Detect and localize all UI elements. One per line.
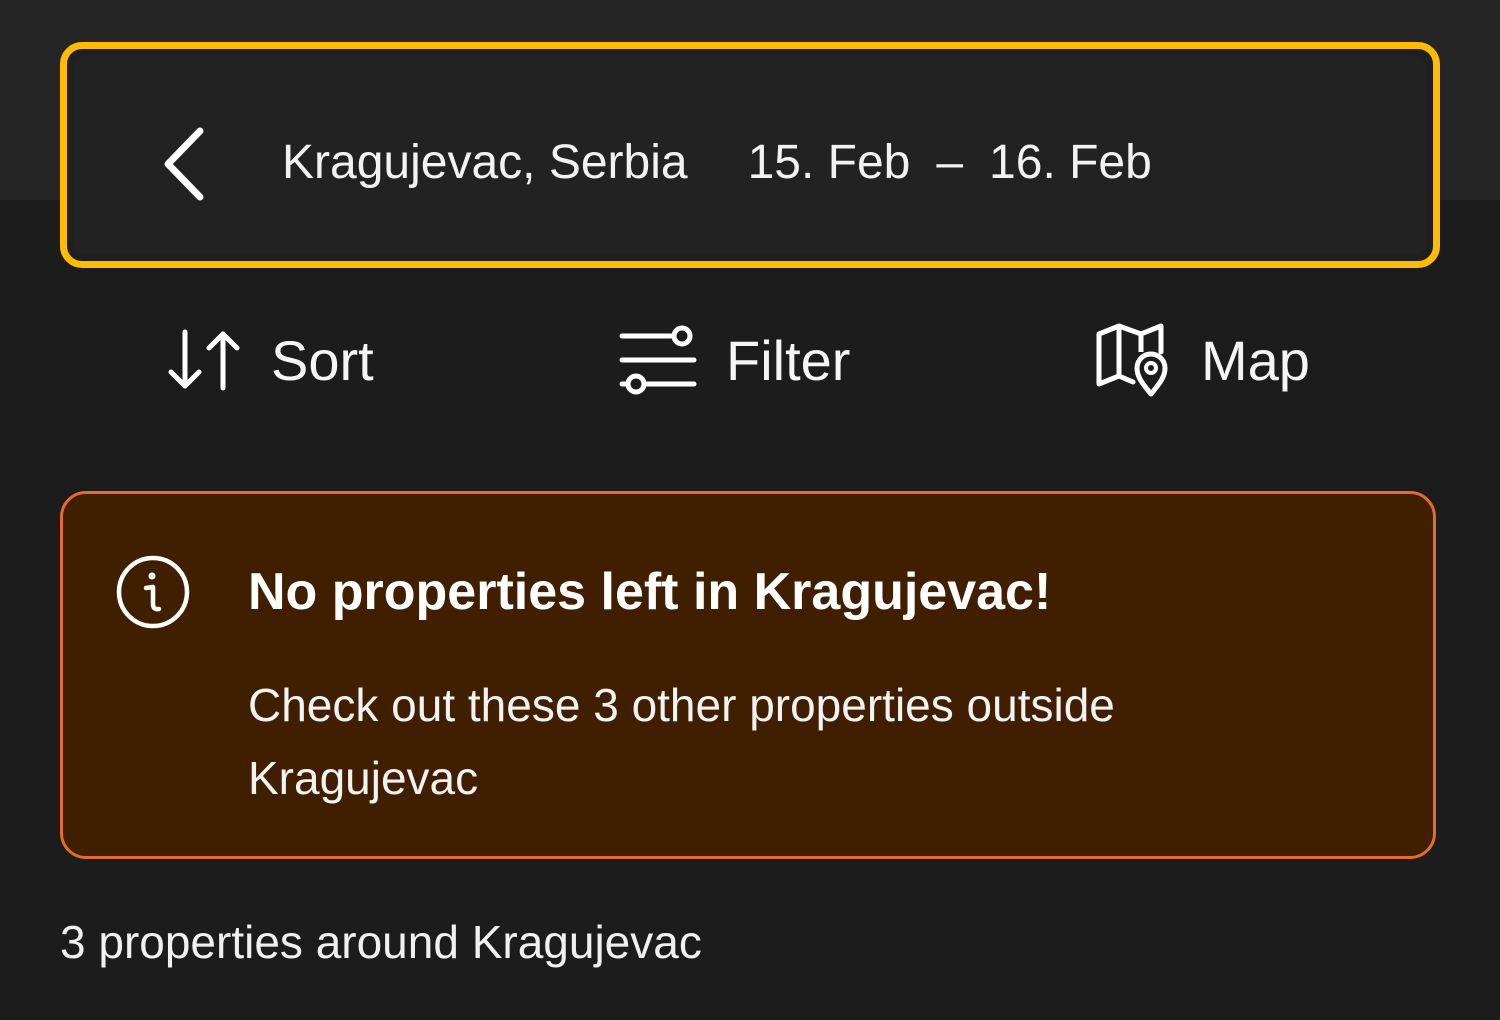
no-properties-alert: No properties left in Kragujevac! Check … [60,491,1436,859]
sort-button[interactable]: Sort [165,310,374,410]
sliders-icon [618,324,698,396]
check-out-date: 16. Feb [989,135,1152,189]
sort-label: Sort [271,328,374,392]
map-button[interactable]: Map [1095,310,1310,410]
search-summary-bar[interactable]: Kragujevac, Serbia 15. Feb – 16. Feb [60,42,1440,268]
alert-title: No properties left in Kragujevac! [248,563,1052,621]
back-button[interactable] [154,124,214,204]
results-toolbar: Sort Filter Map [0,310,1500,410]
search-location: Kragujevac, Serbia [282,135,688,189]
search-summary-inner: Kragujevac, Serbia 15. Feb – 16. Feb [74,56,1426,254]
check-in-date: 15. Feb [747,135,911,189]
filter-label: Filter [726,328,851,392]
info-icon [116,555,190,629]
search-summary-text[interactable]: Kragujevac, Serbia 15. Feb – 16. Feb [282,56,1152,268]
map-pin-icon [1095,322,1173,398]
filter-button[interactable]: Filter [618,310,850,410]
alert-message: Check out these 3 other properties outsi… [248,679,1115,804]
search-results-screen: Kragujevac, Serbia 15. Feb – 16. Feb Sor… [0,0,1500,1020]
sort-arrows-icon [165,328,243,392]
date-separator: – [936,135,964,189]
results-count: 3 properties around Kragujevac [60,916,702,968]
chevron-left-icon [164,127,204,201]
map-label: Map [1201,328,1310,392]
